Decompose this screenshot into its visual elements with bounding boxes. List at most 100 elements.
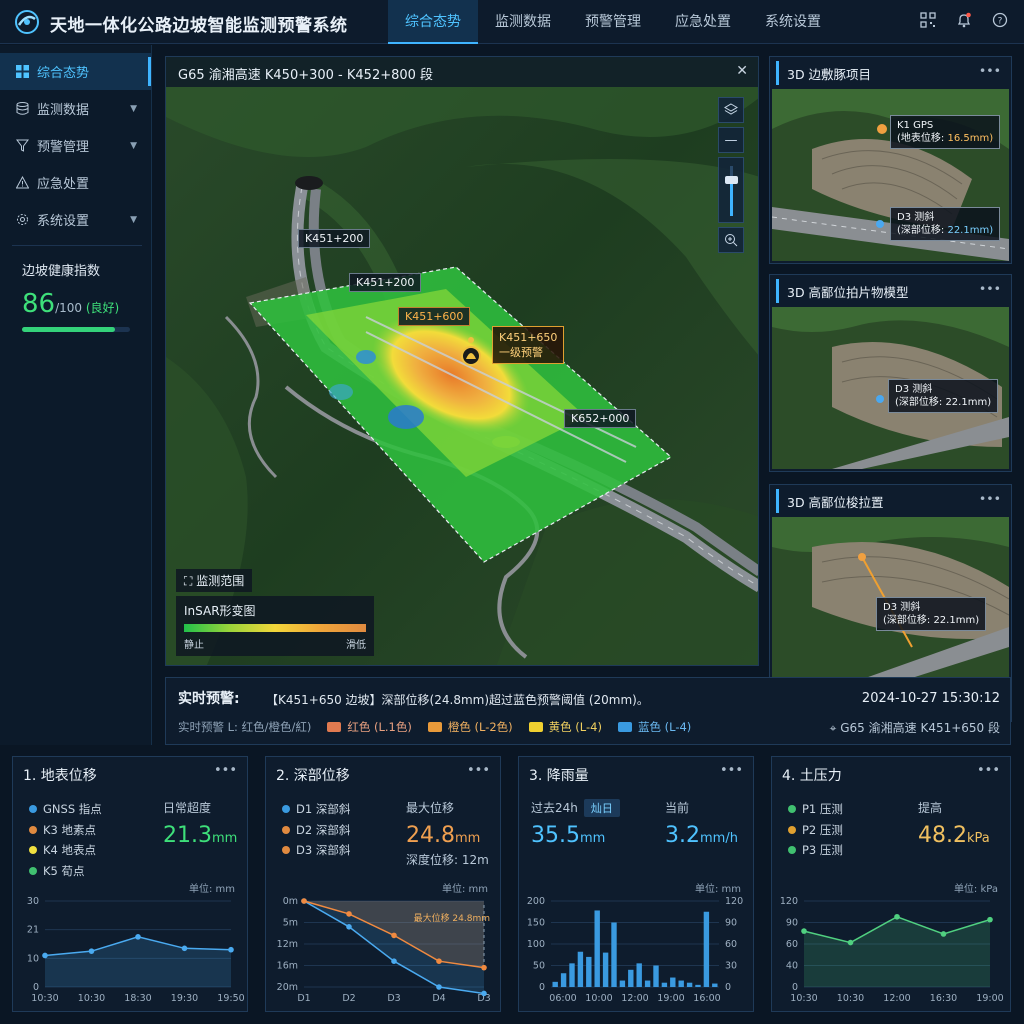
legend-dot (788, 805, 796, 813)
sensor-detail-label: (地表位移: (897, 133, 948, 144)
warning-location[interactable]: ⌖ G65 渝湘高速 K451+650 段 (830, 719, 1000, 736)
warning-icon (16, 176, 29, 189)
thumbnail-card-2[interactable]: 3D 高鄙位拍片物模型 ••• D3 测斜 (深部位移: 22.1mm) (769, 274, 1012, 472)
metric-stat-label: 提高 (918, 801, 943, 815)
chevron-down-icon: ▼ (130, 103, 137, 114)
rain-bar (653, 965, 659, 987)
qr-icon[interactable] (920, 12, 936, 28)
y-tick-label-left: 0 (539, 982, 545, 993)
sensor-detail-value: 16.5mm) (947, 133, 994, 144)
warning-levels: 实时预警 L: 红色/橙色/紅) 红色 (L.1色) 橙色 (L-2色) 黄色 … (178, 719, 691, 735)
deep-displacement-chart: 0m5m12m16m20mD1 D2 D3 D4 D3最大位移 24.8mm (277, 896, 491, 1004)
more-icon[interactable]: ••• (979, 281, 1001, 296)
x-tick-label: 16:30 (930, 993, 957, 1004)
metric-unit: 单位: mm (188, 884, 235, 895)
metric-stat-number: 24.8 (406, 823, 455, 848)
day-toggle-button[interactable]: 灿日 (583, 799, 620, 817)
y-tick-label: 5m (283, 918, 298, 929)
more-icon[interactable]: ••• (720, 763, 743, 778)
rain-bar (602, 952, 609, 987)
metric-stat-number: 48.2 (918, 823, 967, 848)
sidebar-item-warning-management[interactable]: 预警管理 ▼ (0, 127, 151, 164)
tab-system-settings[interactable]: 系统设置 (748, 0, 838, 44)
more-icon[interactable]: ••• (979, 63, 1001, 78)
legend-label: P1 压测 (802, 802, 843, 816)
rain-bar (712, 983, 718, 987)
legend-dot (29, 846, 37, 854)
x-tick-label: 12:00 (621, 993, 648, 1004)
sidebar-item-emergency[interactable]: 应急处置 (0, 164, 151, 201)
level-yellow: 黄色 (L-4) (528, 719, 602, 735)
zoom-slider[interactable] (718, 157, 744, 223)
level-swatch (427, 722, 442, 732)
data-point (481, 964, 487, 971)
x-tick-label: D3 (387, 993, 400, 1004)
tab-emergency[interactable]: 应急处置 (658, 0, 748, 44)
metric-title: 4. 土压力 (782, 768, 842, 784)
rain-bar (628, 969, 634, 987)
metric-card-soil: 4. 土压力 ••• P1 压测 P2 压测 P3 压测 提高 48.2kPa 单位… (771, 756, 1011, 1012)
map-panel[interactable]: G65 渝湘高速 K450+300 - K452+800 段 ✕ — K451+… (165, 56, 759, 666)
main-nav: 综合态势 监测数据 预警管理 应急处置 系统设置 (388, 0, 838, 44)
data-point (391, 958, 397, 964)
sidebar-item-label: 系统设置 (37, 214, 90, 229)
sensor-name: K1 GPS (897, 120, 934, 131)
x-tick-label: 19:50 (217, 993, 244, 1004)
help-icon[interactable]: ? (992, 12, 1008, 28)
legend-dot (788, 846, 796, 854)
map-header: G65 渝湘高速 K450+300 - K452+800 段 ✕ (166, 57, 758, 87)
map-title: G65 渝湘高速 K450+300 - K452+800 段 (178, 68, 434, 83)
sensor-name: D3 测斜 (897, 212, 935, 223)
x-tick-label: 06:00 (549, 993, 576, 1004)
warning-levels-label: 实时预警 L: 红色/橙色/紅) (178, 720, 312, 734)
data-point (894, 913, 900, 920)
tab-overview[interactable]: 综合态势 (388, 0, 478, 44)
legend-dot (282, 805, 290, 813)
sidebar-item-overview[interactable]: 综合态势 (0, 53, 151, 90)
y-tick-label-right: 30 (725, 961, 737, 972)
level-swatch (327, 722, 342, 732)
x-tick-label: 16:00 (693, 993, 720, 1004)
health-index-value: 86/100 (良好) (12, 289, 142, 319)
sidebar-item-system-settings[interactable]: 系统设置 ▼ (0, 201, 151, 238)
max-displacement-annotation: 最大位移 24.8mm (414, 912, 490, 924)
bell-icon[interactable] (956, 12, 972, 28)
rain-bar (670, 977, 676, 987)
data-point (346, 911, 352, 917)
data-point (391, 932, 397, 939)
sidebar-item-monitoring-data[interactable]: 监测数据 ▼ (0, 90, 151, 127)
tab-monitoring-data[interactable]: 监测数据 (478, 0, 568, 44)
x-tick-label: D1 (297, 993, 310, 1004)
rain-bar (636, 963, 642, 987)
alarm-tag[interactable]: K451+650 一级预警 (492, 326, 565, 364)
tab-warning-management[interactable]: 预警管理 (568, 0, 658, 44)
more-icon[interactable]: ••• (977, 763, 1000, 778)
monitor-range-toggle[interactable]: ⛶ 监测范围 (176, 569, 253, 592)
soil-pressure-chart: 0 40 60 90 120 10:30 10:30 12:00 16:30 19:00 (780, 896, 1004, 1004)
zoom-out-button[interactable]: — (718, 127, 744, 153)
layers-button[interactable] (718, 97, 744, 123)
zoom-in-icon (725, 234, 738, 247)
legend-max-label: 滑低 (346, 640, 366, 651)
level-label: 蓝色 (L-4) (637, 720, 692, 734)
more-icon[interactable]: ••• (214, 763, 237, 778)
legend-label: D3 深部斜 (296, 843, 351, 857)
zoom-slider-handle[interactable] (725, 176, 738, 184)
more-icon[interactable]: ••• (979, 491, 1001, 506)
health-progress-bar (22, 327, 130, 332)
metric-unit: 单位: mm (441, 884, 488, 895)
more-icon[interactable]: ••• (467, 763, 490, 778)
y-tick-label-left: 200 (527, 896, 545, 907)
sensor-detail: (深部位移: 22.1mm) (895, 397, 992, 408)
layers-icon (724, 103, 738, 115)
thumbnail-card-1[interactable]: 3D 边敷豚项目 ••• K1 GPS (地表位移: 16.5mm) D3 测斜 (深… (769, 56, 1012, 264)
metric-stat-unit: mm (454, 831, 481, 846)
legend-dot (29, 805, 37, 813)
level-swatch (617, 722, 632, 732)
close-icon[interactable]: ✕ (736, 63, 748, 79)
sidebar-item-label: 预警管理 (37, 140, 90, 155)
zoom-in-button[interactable] (718, 227, 744, 253)
metric-title: 1. 地表位移 (23, 768, 97, 784)
metric-stat-value: 48.2kPa (918, 823, 990, 848)
metric-card-deep: 2. 深部位移 ••• D1 深部斜 D2 深部斜 D3 深部斜 最大位移 24.8… (265, 756, 501, 1012)
